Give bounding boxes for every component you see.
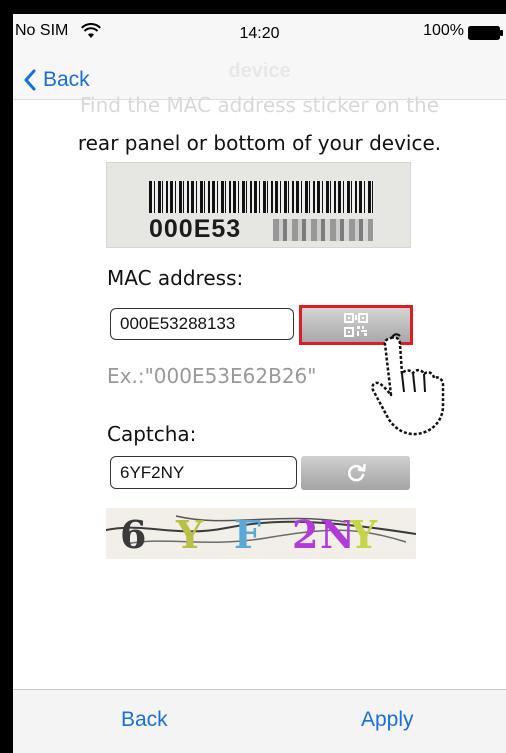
refresh-icon [347, 463, 366, 482]
toolbar-apply-button[interactable]: Apply [361, 708, 414, 732]
barcode [149, 181, 374, 213]
captcha-char: F [234, 512, 261, 557]
captcha-char: 6 [120, 512, 147, 557]
captcha-image[interactable]: 6 Y F 2 N Y [106, 508, 416, 559]
toolbar-back-button[interactable]: Back [121, 708, 168, 732]
mac-address-input[interactable] [110, 308, 294, 340]
mac-example-text: Ex.:"000E53E62B26" [107, 364, 317, 388]
phone-screen: No SIM 14:20 100% device Back Find the M… [13, 14, 506, 753]
captcha-char: Y [176, 512, 204, 557]
bottom-toolbar: Back Apply [13, 689, 506, 753]
nav-back-button[interactable]: Back [23, 68, 90, 92]
mac-address-label: MAC address: [107, 266, 244, 290]
instruction-text: rear panel or bottom of your device. [77, 131, 442, 155]
nav-back-label: Back [43, 68, 90, 91]
sticker-blurred-digits [273, 219, 373, 241]
sticker-mac-text: 000E53 [149, 215, 242, 243]
faded-hint-text: Find the MAC address sticker on the [79, 93, 439, 117]
hand-pointer-icon [371, 333, 445, 436]
captcha-input[interactable] [110, 456, 297, 489]
mac-sticker-image: 000E53 [106, 162, 411, 248]
captcha-char: Y [350, 512, 378, 557]
battery-icon [468, 26, 503, 40]
status-bar: No SIM 14:20 100% [13, 14, 506, 54]
captcha-label: Captcha: [107, 422, 197, 446]
captcha-char: 2 [292, 512, 319, 557]
refresh-captcha-button[interactable] [301, 456, 410, 490]
chevron-left-icon [24, 69, 36, 91]
qr-code-icon [344, 313, 368, 337]
battery-percent: 100% [423, 22, 464, 39]
